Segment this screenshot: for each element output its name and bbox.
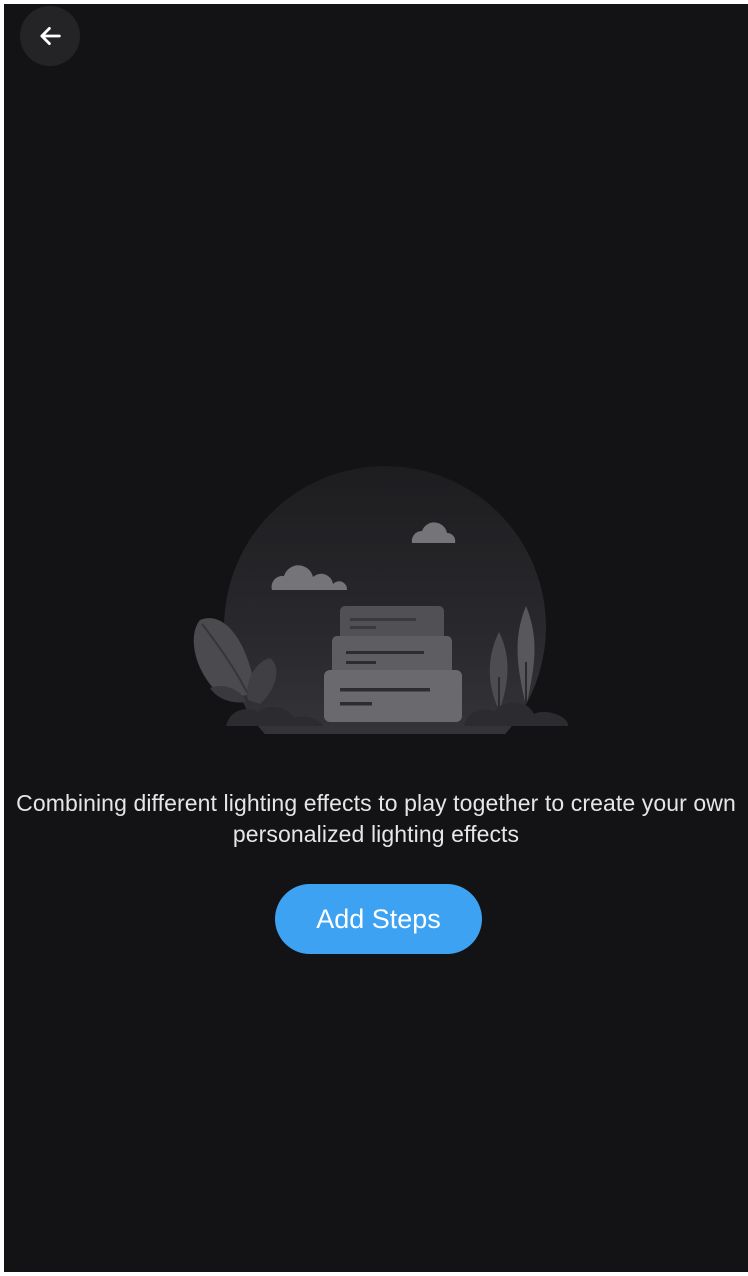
stacked-cards bbox=[324, 606, 462, 722]
add-steps-button[interactable]: Add Steps bbox=[275, 884, 482, 954]
back-button[interactable] bbox=[20, 6, 80, 66]
arrow-left-icon bbox=[40, 27, 61, 45]
empty-state-illustration bbox=[186, 462, 576, 734]
night-scene-illustration bbox=[193, 466, 568, 734]
app-screen: Combining different lighting effects to … bbox=[4, 4, 748, 1272]
empty-state-message: Combining different lighting effects to … bbox=[16, 790, 736, 847]
